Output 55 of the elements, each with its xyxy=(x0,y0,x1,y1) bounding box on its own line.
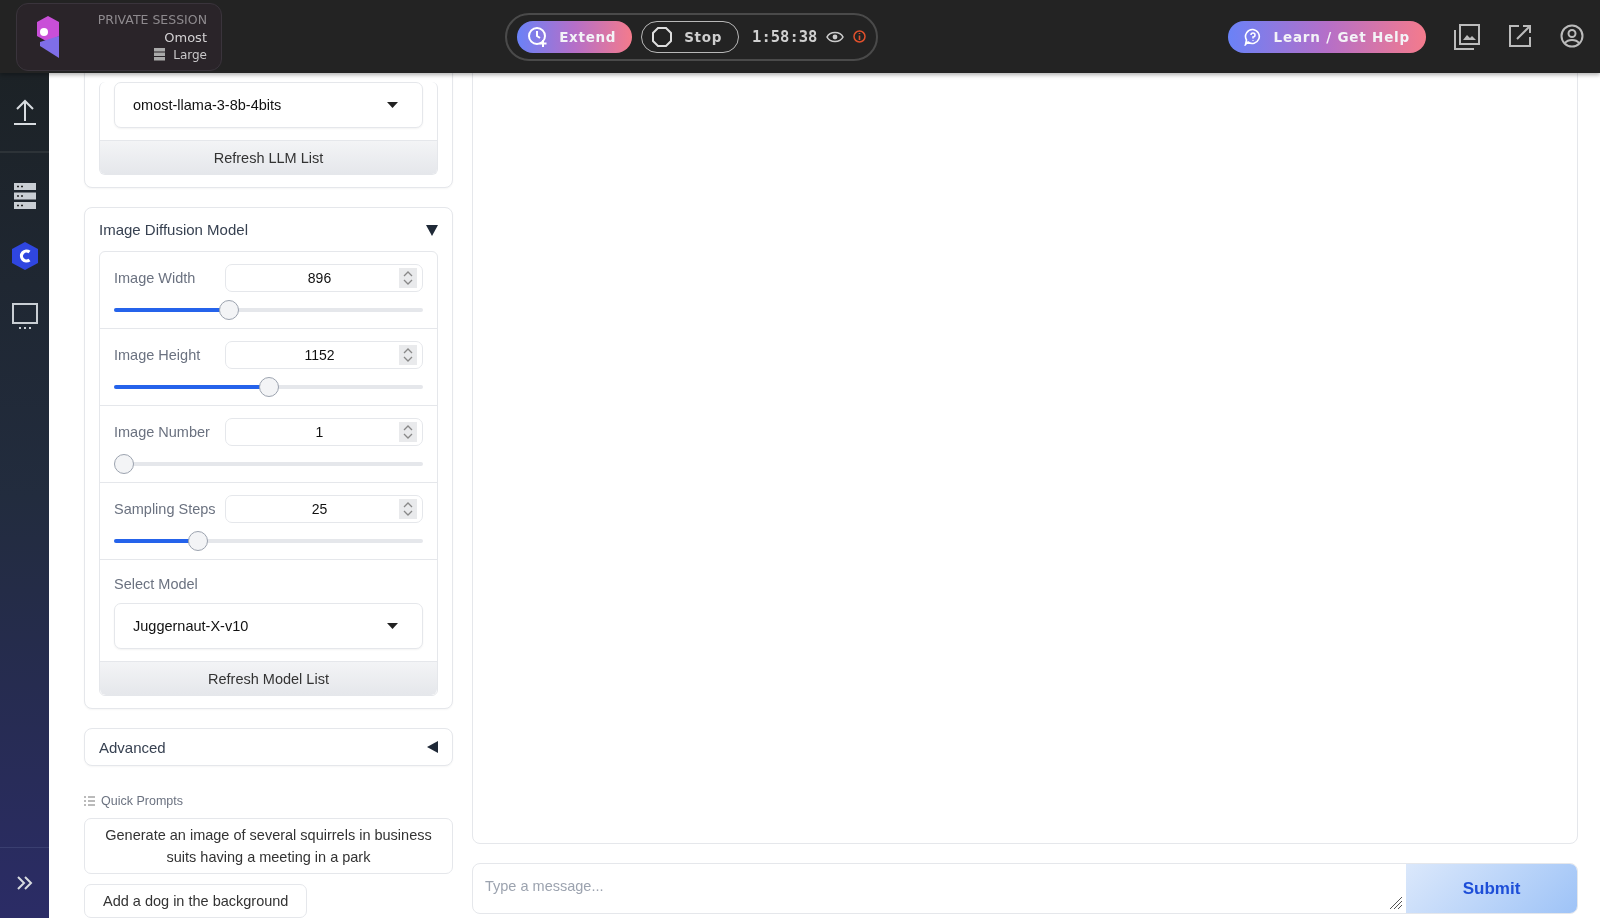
slider-label: Sampling Steps xyxy=(114,501,216,517)
llm-dropdown[interactable]: omost-llama-3-8b-4bits xyxy=(114,82,423,128)
refresh-model-button[interactable]: Refresh Model List xyxy=(100,661,437,695)
slider-thumb[interactable] xyxy=(188,531,209,551)
number-input[interactable]: 25 xyxy=(225,495,423,523)
server-icon[interactable] xyxy=(13,183,36,209)
eye-icon[interactable] xyxy=(826,30,845,43)
number-input[interactable]: 1 xyxy=(225,418,423,446)
user-account-icon[interactable] xyxy=(1560,23,1584,48)
quick-prompt-button[interactable]: Add a dog in the background xyxy=(84,884,308,918)
spinner-icon[interactable] xyxy=(399,499,417,519)
logo-icon xyxy=(35,15,61,58)
slider-label: Image Width xyxy=(114,270,196,286)
slider-label: Image Height xyxy=(114,347,201,363)
hexagon-c-icon[interactable] xyxy=(10,241,39,271)
refresh-llm-button[interactable]: Refresh LLM List xyxy=(100,140,437,174)
list-icon xyxy=(84,796,95,806)
quick-prompts-label: Quick Prompts xyxy=(101,794,183,808)
server-icon xyxy=(154,48,166,61)
gallery-icon[interactable] xyxy=(1454,23,1480,50)
advanced-accordion[interactable]: Advanced xyxy=(84,728,453,766)
app-name: Omost xyxy=(164,29,207,45)
spinner-icon[interactable] xyxy=(399,422,417,442)
field-label: Select Model xyxy=(114,576,199,592)
slider-thumb[interactable] xyxy=(114,454,134,474)
section-title: Advanced xyxy=(99,738,166,756)
instance-size: Large xyxy=(173,47,207,62)
monitor-icon[interactable] xyxy=(11,303,38,331)
number-input[interactable]: 896 xyxy=(225,264,423,292)
octagon-icon xyxy=(652,26,673,47)
slider[interactable] xyxy=(114,454,423,474)
quick-prompt-button[interactable]: Generate an image of several squirrels in business suits having a meeting in a park xyxy=(84,818,453,874)
spinner-icon[interactable] xyxy=(399,268,417,288)
upload-icon[interactable] xyxy=(12,99,37,125)
session-timer: 1:58:38 xyxy=(752,27,818,46)
caret-icon xyxy=(387,102,398,108)
question-bubble-icon xyxy=(1243,27,1262,46)
caret-icon xyxy=(387,623,398,629)
model-dropdown[interactable]: Juggernaut-X-v10 xyxy=(114,603,423,649)
expand-triangle-icon[interactable] xyxy=(426,741,438,753)
session-label: PRIVATE SESSION xyxy=(97,11,207,27)
slider-thumb[interactable] xyxy=(258,377,279,397)
slider-thumb[interactable] xyxy=(219,300,240,320)
number-input[interactable]: 1152 xyxy=(225,341,423,369)
section-title: Image Diffusion Model xyxy=(99,221,248,238)
spinner-icon[interactable] xyxy=(399,345,417,365)
external-link-icon[interactable] xyxy=(1508,23,1532,48)
slider-label: Image Number xyxy=(114,424,210,440)
info-icon[interactable] xyxy=(853,30,867,43)
slider[interactable] xyxy=(114,531,423,551)
clock-plus-icon xyxy=(527,25,550,48)
collapse-triangle-icon[interactable] xyxy=(426,223,438,236)
slider[interactable] xyxy=(114,300,423,320)
double-chevron-icon[interactable] xyxy=(16,876,33,890)
slider[interactable] xyxy=(114,377,423,397)
